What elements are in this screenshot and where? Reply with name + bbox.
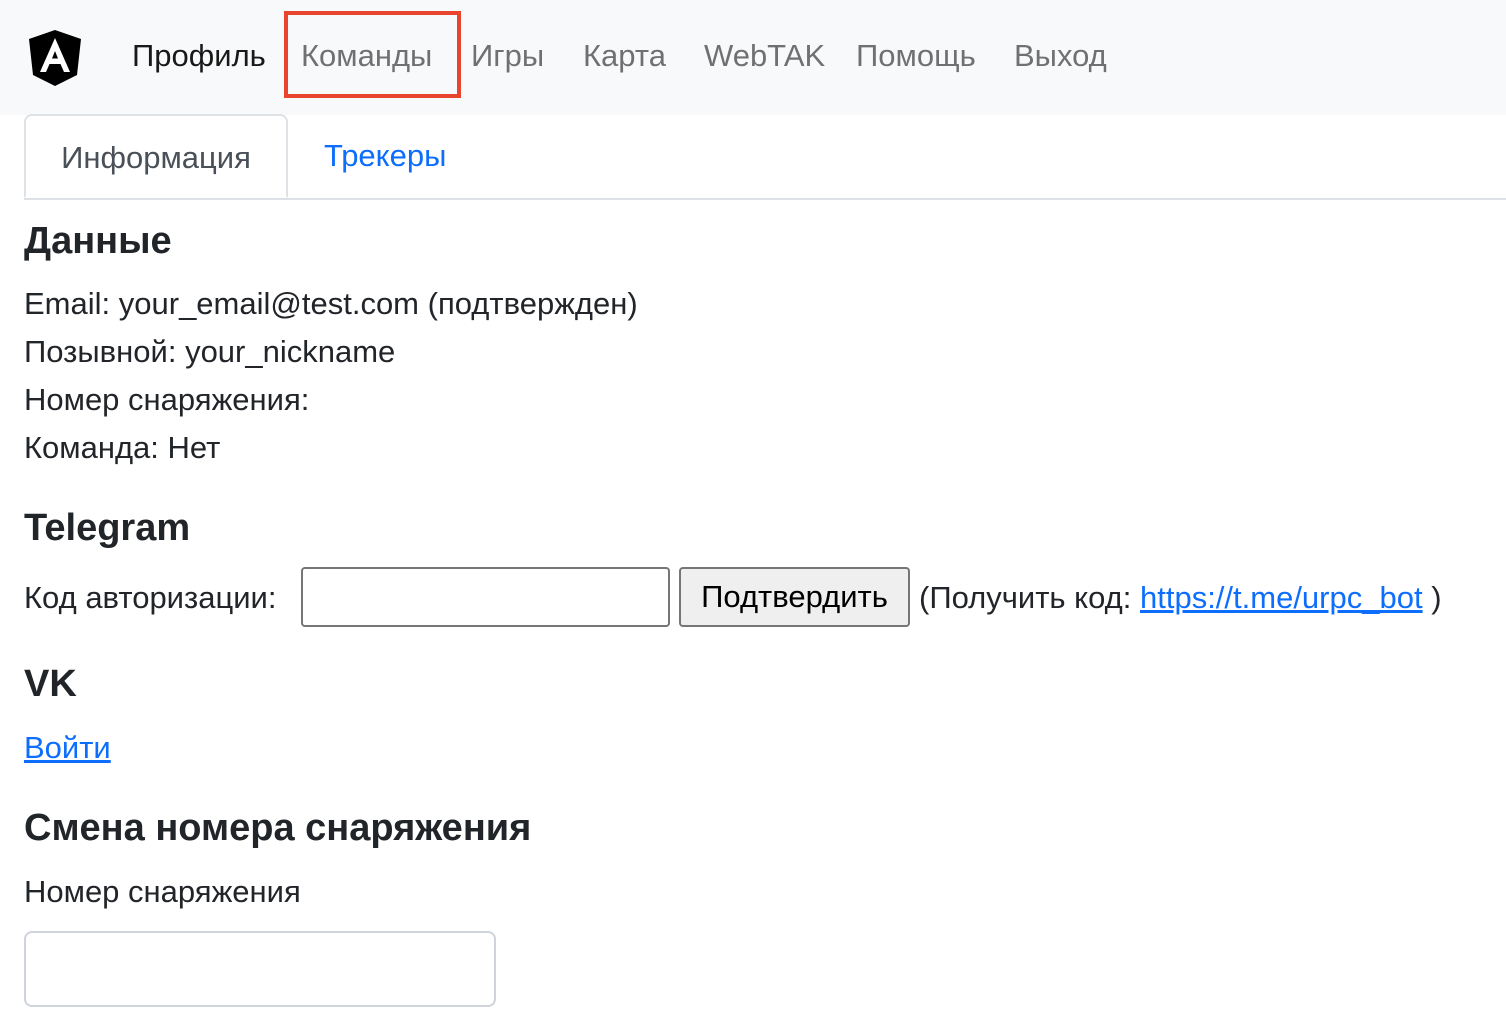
nav-map[interactable]: Карта	[583, 36, 666, 76]
vk-login-row: Войти	[24, 728, 111, 768]
tab-info[interactable]: Информация	[24, 114, 288, 198]
nav-profile[interactable]: Профиль	[132, 36, 266, 76]
tab-bar: Информация Трекеры	[24, 114, 1506, 200]
vk-login-link[interactable]: Войти	[24, 730, 111, 765]
tab-trackers[interactable]: Трекеры	[324, 114, 446, 198]
telegram-section-title: Telegram	[24, 507, 191, 549]
get-code-suffix: )	[1431, 580, 1442, 615]
callsign-label: Позывной:	[24, 334, 177, 369]
get-code-hint: (Получить код: https://t.me/urpc_bot )	[919, 578, 1442, 618]
equipment-row: Номер снаряжения:	[24, 380, 309, 420]
email-row: Email: your_email@test.com (подтвержден)	[24, 284, 638, 324]
telegram-bot-link[interactable]: https://t.me/urpc_bot	[1140, 580, 1423, 615]
callsign-row: Позывной: your_nickname	[24, 332, 395, 372]
navbar: Профиль Команды Игры Карта WebTAK Помощь…	[0, 0, 1506, 115]
callsign-value: your_nickname	[185, 334, 396, 369]
data-section-title: Данные	[24, 220, 172, 262]
vk-section-title: VK	[24, 663, 77, 705]
team-row: Команда: Нет	[24, 428, 220, 468]
team-value: Нет	[167, 430, 221, 465]
confirm-button[interactable]: Подтвердить	[679, 567, 910, 627]
nav-help[interactable]: Помощь	[856, 36, 976, 76]
get-code-prefix: (Получить код:	[919, 580, 1132, 615]
email-status: (подтвержден)	[427, 286, 638, 321]
email-value: your_email@test.com	[118, 286, 420, 321]
auth-code-input[interactable]	[301, 567, 670, 627]
auth-code-label: Код авторизации:	[24, 580, 277, 615]
highlight-annotation	[284, 11, 461, 98]
team-label: Команда:	[24, 430, 159, 465]
equipment-label: Номер снаряжения:	[24, 382, 310, 417]
nav-logout[interactable]: Выход	[1014, 36, 1107, 76]
equipment-field-label: Номер снаряжения	[24, 874, 301, 909]
angular-logo-icon[interactable]	[27, 29, 83, 87]
equipment-change-title: Смена номера снаряжения	[24, 807, 532, 849]
nav-webtak[interactable]: WebTAK	[704, 36, 825, 76]
equipment-number-input[interactable]	[24, 931, 496, 1007]
nav-games[interactable]: Игры	[471, 36, 544, 76]
email-label: Email:	[24, 286, 111, 321]
